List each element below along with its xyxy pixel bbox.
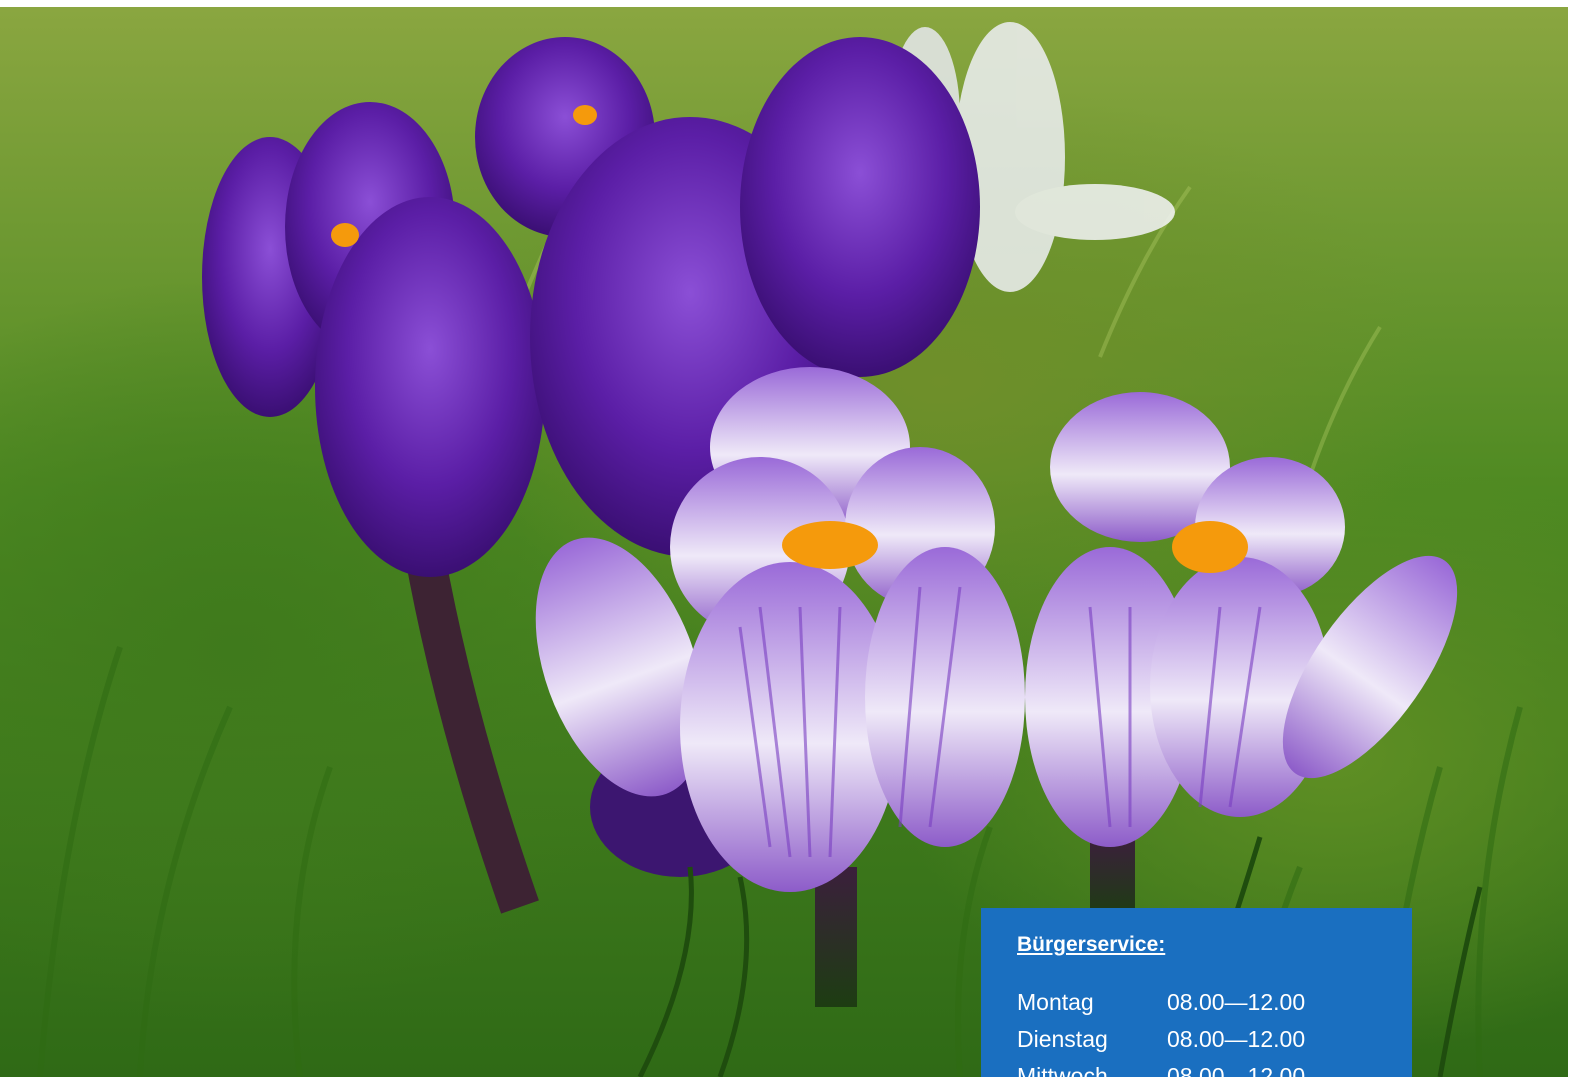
service-title: Bürgerservice: bbox=[1017, 933, 1166, 956]
page-bottom-margin bbox=[0, 1077, 1588, 1090]
buergerservice-panel: Bürgerservice: Montag 08.00—12.00 Dienst… bbox=[981, 908, 1412, 1077]
service-time: 08.00—12.00 bbox=[1167, 989, 1306, 1015]
service-time: 08.00—12.00 bbox=[1167, 1026, 1306, 1052]
service-row: Dienstag 08.00—12.00 bbox=[1017, 1021, 1412, 1058]
service-day: Mittwoch bbox=[1017, 1063, 1108, 1077]
striped-crocus-right bbox=[1025, 392, 1458, 847]
crocus-photo: Bürgerservice: Montag 08.00—12.00 Dienst… bbox=[0, 7, 1568, 1077]
service-day: Dienstag bbox=[1017, 1026, 1108, 1052]
service-row: Mittwoch 08.00—12.00 bbox=[1017, 1058, 1412, 1077]
service-row: Montag 08.00—12.00 bbox=[1017, 984, 1412, 1021]
service-day: Montag bbox=[1017, 989, 1094, 1015]
service-time: 08.00—12.00 bbox=[1167, 1063, 1306, 1077]
